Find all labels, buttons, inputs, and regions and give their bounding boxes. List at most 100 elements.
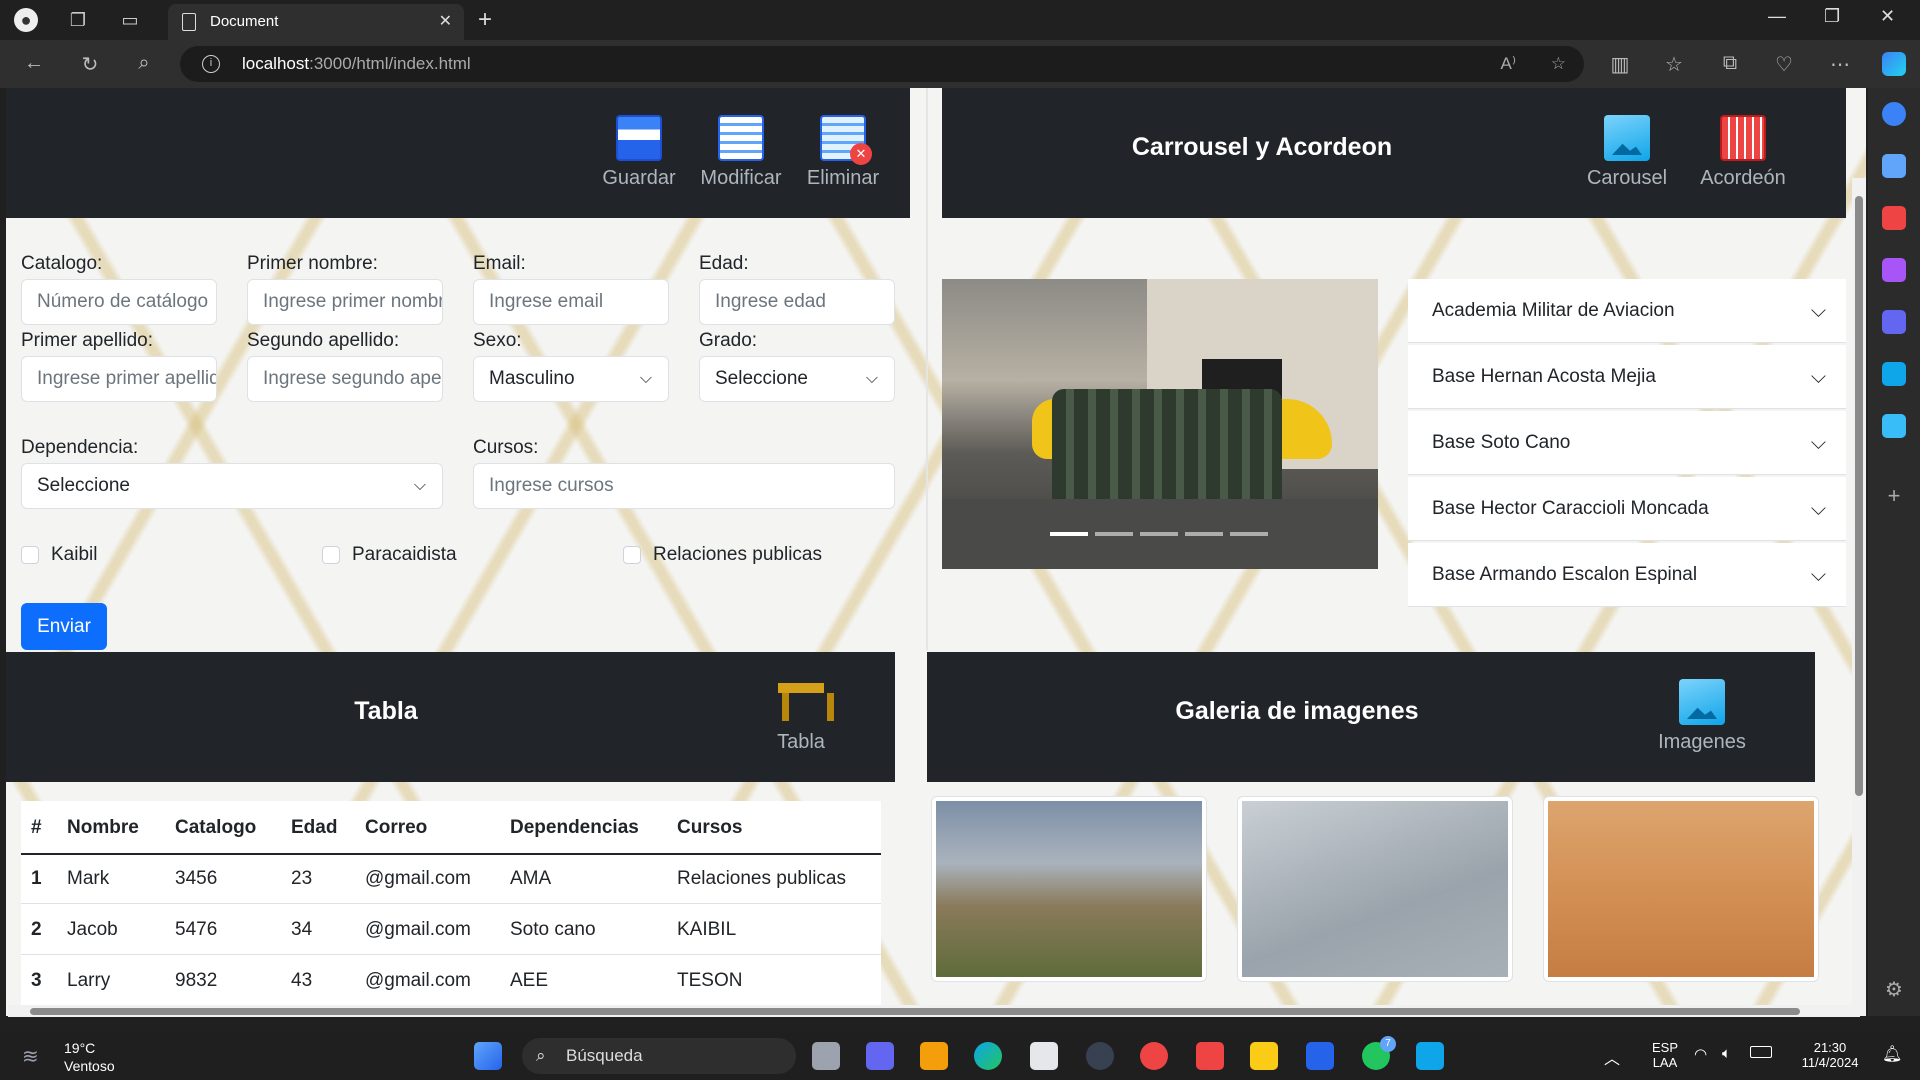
primer-apellido-input[interactable]: Ingrese primer apellido (21, 356, 217, 402)
sidebar-send-icon[interactable] (1882, 414, 1906, 438)
scrollbar-thumb[interactable] (1855, 196, 1863, 796)
browser-tab[interactable]: Document ✕ (168, 4, 464, 40)
dell-icon[interactable] (1086, 1042, 1114, 1070)
word-icon[interactable] (1306, 1042, 1334, 1070)
scrollbar-thumb[interactable] (30, 1008, 1800, 1015)
sidebar-games-icon[interactable] (1882, 258, 1906, 282)
horizontal-scrollbar[interactable] (8, 1005, 1860, 1017)
carousel-indicator-1[interactable] (1050, 532, 1088, 536)
taskbar-search[interactable]: ⌕ Búsqueda (522, 1038, 796, 1074)
volume-icon[interactable]: 🔈︎ (1722, 1045, 1731, 1062)
store-icon[interactable] (1030, 1042, 1058, 1070)
tray-chevron-icon[interactable]: ︿ (1604, 1045, 1620, 1069)
chevron-down-icon: ⌵ (413, 477, 426, 494)
accordion-item-label: Base Soto Cano (1432, 432, 1571, 453)
accordion-item[interactable]: Base Armando Escalon Espinal ⌵ (1408, 543, 1846, 607)
image-carousel[interactable] (942, 279, 1378, 569)
sidebar-shopping-icon[interactable] (1882, 154, 1906, 178)
whatsapp-badge: 7 (1380, 1036, 1396, 1052)
youtube-music-icon[interactable] (1140, 1042, 1168, 1070)
favorite-star-icon[interactable]: ☆ (1551, 46, 1566, 82)
more-options-icon[interactable]: ⋯ (1828, 52, 1852, 77)
catalogo-input[interactable]: Número de catálogo (21, 279, 217, 325)
sidebar-copilot-icon[interactable] (1882, 310, 1906, 334)
refresh-icon[interactable]: ↻ (78, 52, 102, 77)
tab-actions-icon[interactable]: ▭ (118, 8, 142, 32)
accordion-item[interactable]: Base Soto Cano ⌵ (1408, 411, 1846, 475)
modificar-button[interactable]: Modificar (696, 115, 786, 190)
split-screen-icon[interactable]: ▥ (1608, 52, 1632, 77)
email-input[interactable]: Ingrese email (473, 279, 669, 325)
acordeon-button[interactable]: Acordeón (1698, 115, 1788, 190)
carousel-indicator-2[interactable] (1095, 532, 1133, 536)
close-window-icon[interactable]: ✕ (1880, 6, 1895, 27)
address-bar[interactable]: i localhost:3000/html/index.html A⁾ ☆ (180, 46, 1584, 82)
read-aloud-icon[interactable]: A⁾ (1500, 46, 1516, 82)
battery-icon[interactable] (1750, 1046, 1772, 1058)
search-icon[interactable]: ⌕ (132, 52, 156, 75)
accordion-item[interactable]: Academia Militar de Aviacion ⌵ (1408, 279, 1846, 343)
carousel-indicator-5[interactable] (1230, 532, 1268, 536)
minimize-icon[interactable]: — (1768, 6, 1786, 27)
back-icon[interactable]: ← (22, 52, 46, 75)
tabla-button[interactable]: Tabla (756, 679, 846, 754)
guardar-button[interactable]: Guardar (594, 115, 684, 190)
sidebar-settings-icon[interactable]: ⚙ (1882, 978, 1906, 1002)
imagenes-button[interactable]: Imagenes (1657, 679, 1747, 754)
carousel-indicator-3[interactable] (1140, 532, 1178, 536)
accordion-item[interactable]: Base Hernan Acosta Mejia ⌵ (1408, 345, 1846, 409)
start-icon[interactable] (474, 1042, 502, 1070)
clock[interactable]: 21:30 11/4/2024 (1792, 1040, 1868, 1070)
primer-nombre-input[interactable]: Ingrese primer nombre (247, 279, 443, 325)
youtube-icon[interactable] (1196, 1042, 1224, 1070)
enviar-button[interactable]: Enviar (21, 603, 107, 650)
dependencia-select[interactable]: Seleccione ⌵ (21, 463, 443, 509)
carousel-button[interactable]: Carousel (1582, 115, 1672, 190)
sidebar-search-icon[interactable] (1882, 102, 1906, 126)
edge-icon[interactable] (974, 1042, 1002, 1070)
segundo-apellido-input[interactable]: Ingrese segundo apellido (247, 356, 443, 402)
weather-icon[interactable]: ≋ (22, 1044, 52, 1068)
file-explorer-icon[interactable] (920, 1042, 948, 1070)
workspaces-icon[interactable]: ❐ (66, 8, 90, 32)
table-header-cell: Catalogo (175, 817, 257, 838)
vscode-icon[interactable] (1416, 1042, 1444, 1070)
whatsapp-icon[interactable]: 7 (1362, 1036, 1396, 1070)
paracaidista-checkbox[interactable] (322, 546, 340, 564)
new-tab-icon[interactable]: + (478, 6, 492, 34)
restore-icon[interactable]: ❐ (1824, 6, 1840, 27)
relaciones-publicas-checkbox[interactable] (623, 546, 641, 564)
eliminar-button[interactable]: Eliminar (798, 115, 888, 190)
wifi-icon[interactable]: ◠ (1694, 1045, 1707, 1063)
vertical-scrollbar[interactable] (1852, 178, 1866, 1016)
profile-icon[interactable]: ● (14, 8, 38, 32)
gallery-image[interactable] (931, 796, 1207, 982)
chevron-down-icon: ⌵ (1810, 498, 1826, 520)
browser-essentials-icon[interactable]: ♡ (1772, 52, 1796, 77)
notifications-icon[interactable]: 🔔︎ (1882, 1044, 1902, 1064)
close-tab-icon[interactable]: ✕ (439, 4, 452, 40)
table-cell: 23 (291, 868, 313, 889)
kaibil-checkbox[interactable] (21, 546, 39, 564)
language-indicator[interactable]: ESP LAA (1648, 1040, 1682, 1070)
sidebar-outlook-icon[interactable] (1882, 362, 1906, 386)
gallery-image[interactable] (1543, 796, 1819, 982)
gallery-image[interactable] (1237, 796, 1513, 982)
collections-icon[interactable]: ⧉ (1718, 52, 1742, 75)
favorites-icon[interactable]: ☆ (1662, 52, 1686, 77)
edad-input[interactable]: Ingrese edad (699, 279, 895, 325)
accordion-item[interactable]: Base Hector Caraccioli Moncada ⌵ (1408, 477, 1846, 541)
teams-icon[interactable] (866, 1042, 894, 1070)
search-label: Búsqueda (566, 1046, 643, 1065)
table-icon (778, 679, 834, 725)
sexo-select[interactable]: Masculino ⌵ (473, 356, 669, 402)
carousel-indicator-4[interactable] (1185, 532, 1223, 536)
sticky-notes-icon[interactable] (1250, 1042, 1278, 1070)
task-view-icon[interactable] (812, 1042, 840, 1070)
cursos-input[interactable]: Ingrese cursos (473, 463, 895, 509)
sidebar-tools-icon[interactable] (1882, 206, 1906, 230)
sidebar-add-icon[interactable]: + (1882, 484, 1906, 508)
site-info-icon[interactable]: i (202, 55, 220, 73)
grado-select[interactable]: Seleccione ⌵ (699, 356, 895, 402)
copilot-icon[interactable] (1882, 52, 1906, 76)
